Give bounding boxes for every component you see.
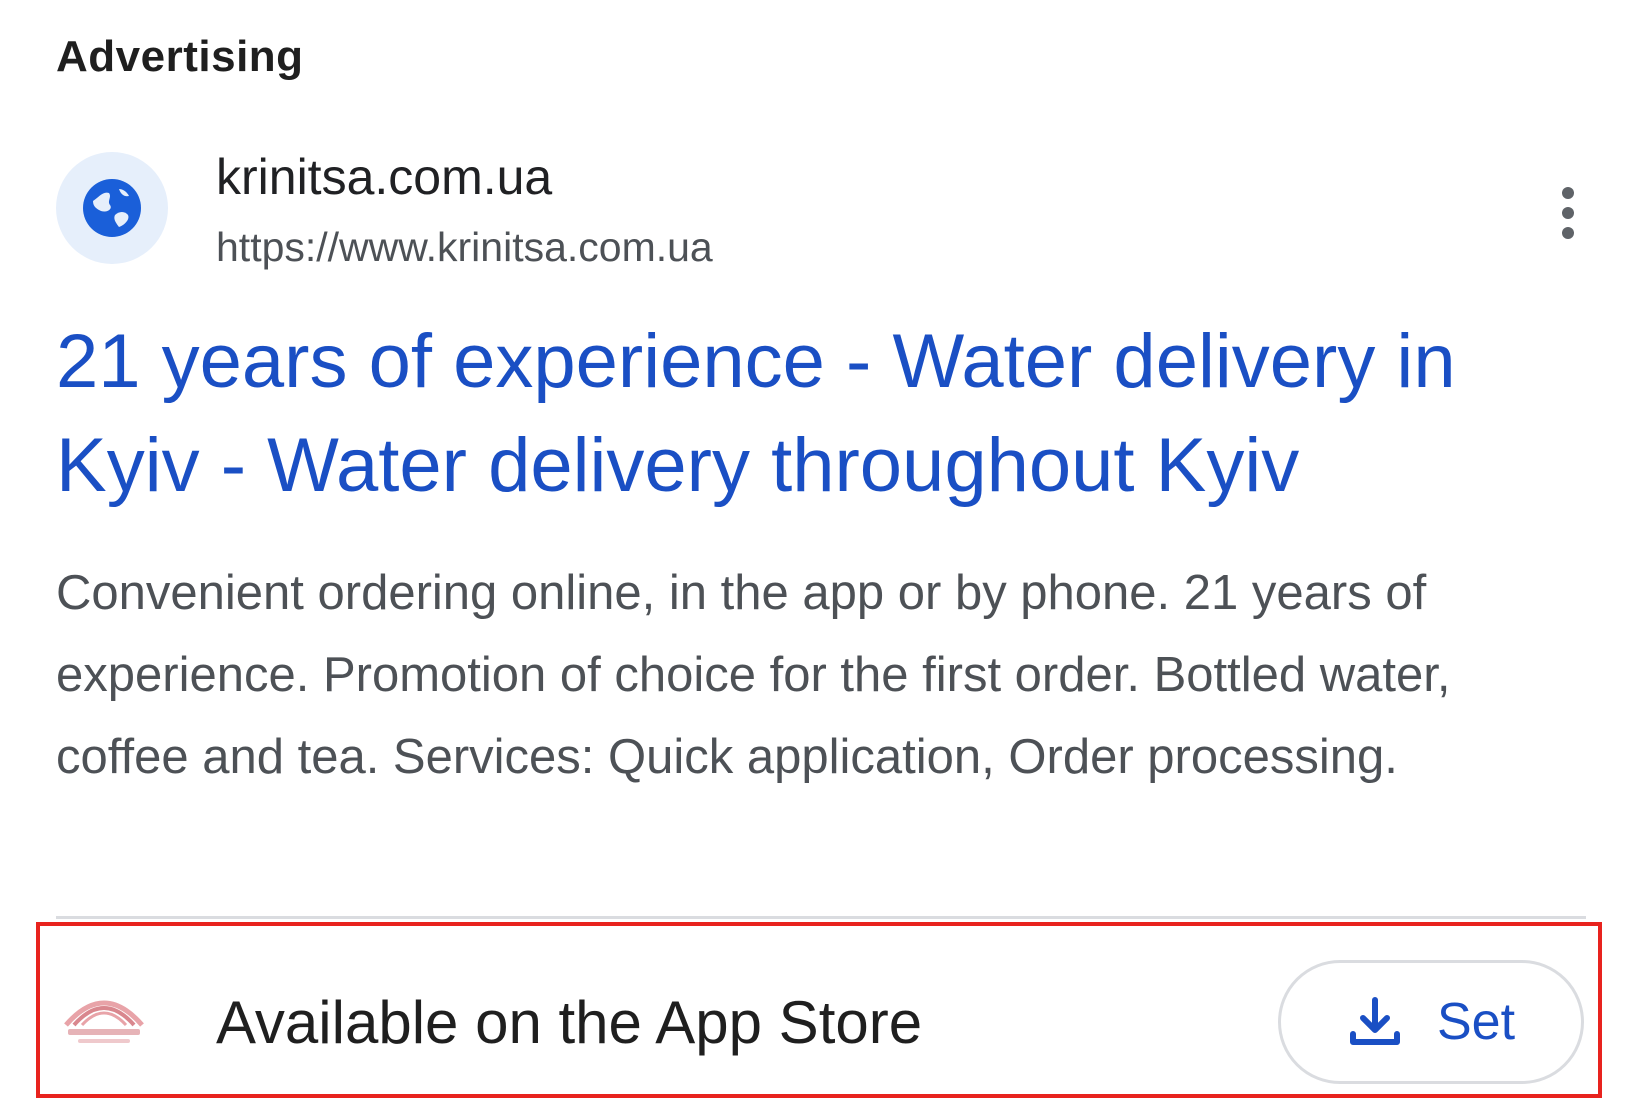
more-vert-icon bbox=[1562, 187, 1574, 239]
more-options-button[interactable] bbox=[1548, 178, 1588, 248]
section-label: Advertising bbox=[56, 32, 304, 81]
globe-icon bbox=[83, 179, 141, 237]
install-button-label: Set bbox=[1436, 993, 1516, 1051]
ad-title-link[interactable]: 21 years of experience - Water delivery … bbox=[56, 310, 1576, 518]
site-name[interactable]: krinitsa.com.ua bbox=[216, 148, 552, 206]
app-logo bbox=[64, 1000, 144, 1043]
ad-description: Convenient ordering online, in the app o… bbox=[56, 566, 1451, 784]
site-url[interactable]: https://www.krinitsa.com.ua bbox=[216, 224, 713, 271]
app-store-text: Available on the App Store bbox=[216, 989, 923, 1056]
download-icon bbox=[1349, 997, 1400, 1045]
install-button[interactable]: Set bbox=[1278, 960, 1584, 1084]
divider bbox=[56, 916, 1586, 919]
site-favicon bbox=[56, 152, 168, 264]
